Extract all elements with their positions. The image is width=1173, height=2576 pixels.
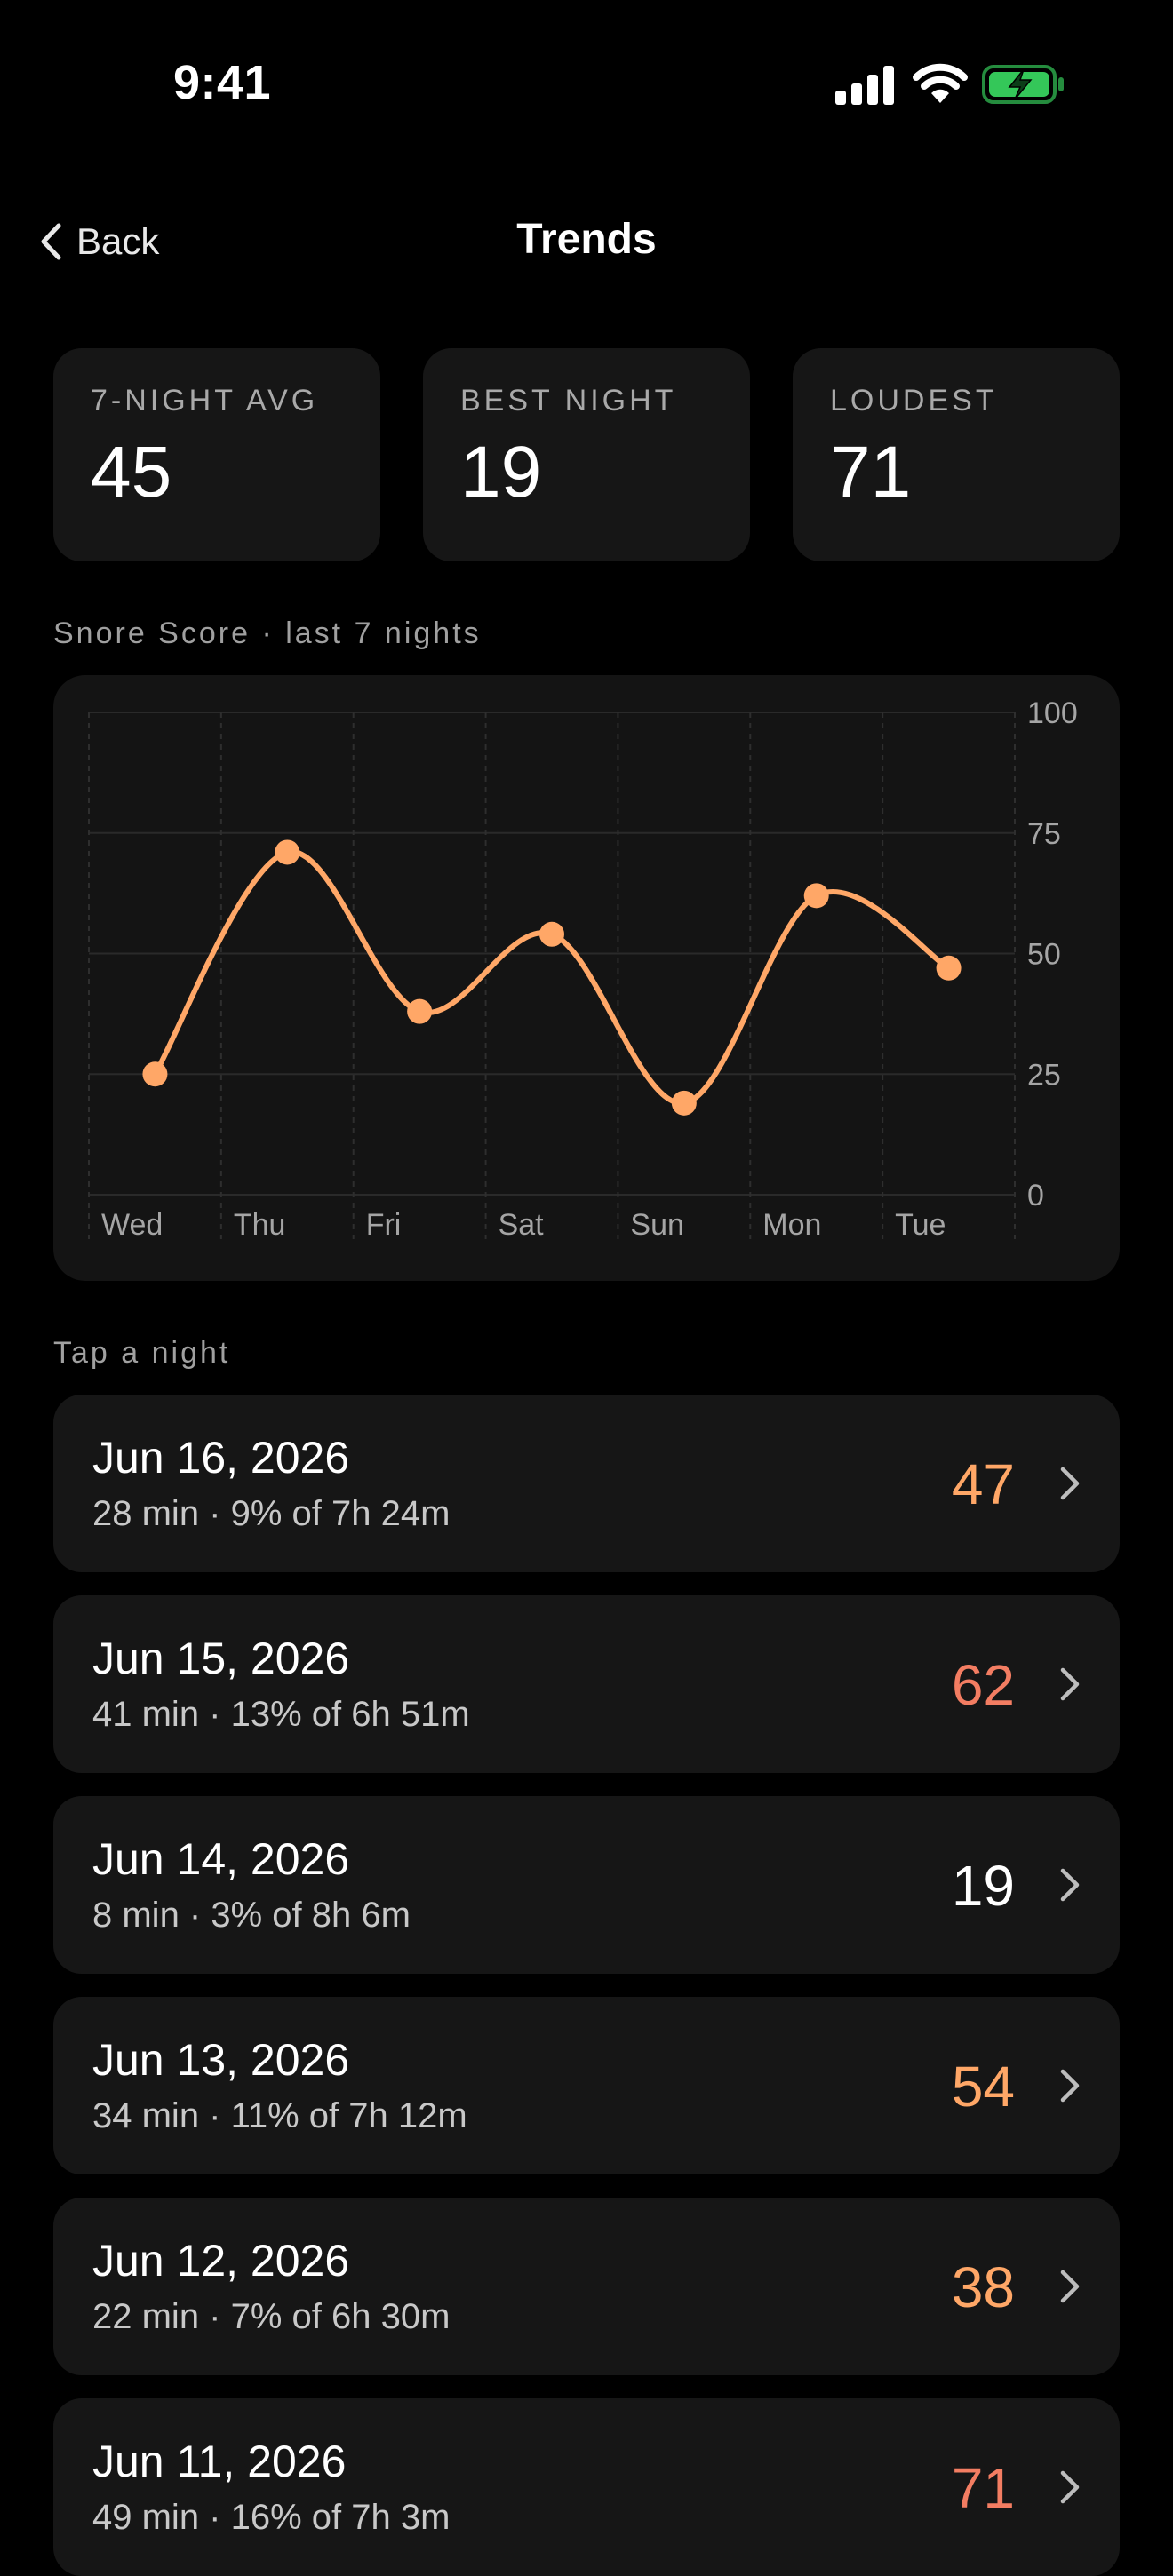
night-date: Jun 11, 2026 xyxy=(92,2437,347,2486)
y-tick-label: 0 xyxy=(1027,1179,1044,1212)
night-score: 54 xyxy=(951,2055,1015,2119)
data-point xyxy=(539,921,564,947)
data-point xyxy=(407,998,433,1024)
night-detail: 28 min · 9% of 7h 24m xyxy=(92,1494,451,1533)
night-score: 19 xyxy=(951,1854,1015,1918)
x-tick-label: Sat xyxy=(499,1208,545,1242)
night-row[interactable]: Jun 12, 2026 22 min · 7% of 6h 30m 38 xyxy=(53,2198,1120,2375)
wifi-icon xyxy=(913,63,968,103)
x-tick-label: Mon xyxy=(762,1208,821,1242)
y-tick-label: 100 xyxy=(1027,696,1078,730)
stat-value: 71 xyxy=(830,432,912,513)
x-tick-label: Thu xyxy=(234,1208,286,1242)
chevron-right-icon xyxy=(1060,2270,1080,2303)
status-bar: 9:41 xyxy=(0,0,1173,169)
list-section-label: Tap a night xyxy=(53,1336,231,1370)
chart-canvas: 0 25 50 75 100 Wed Thu Fri Sat Sun Mon Tue xyxy=(88,696,1078,1242)
night-date: Jun 13, 2026 xyxy=(92,2035,350,2085)
stat-card-average: 7-NIGHT AVG 45 xyxy=(53,348,380,561)
x-tick-label: Fri xyxy=(366,1208,402,1242)
snore-score-chart[interactable]: 0 25 50 75 100 Wed Thu Fri Sat Sun Mon Tue xyxy=(53,675,1120,1281)
page-title: Trends xyxy=(516,216,657,263)
data-point xyxy=(142,1061,168,1087)
stat-card-best-night: BEST NIGHT 19 xyxy=(423,348,750,561)
night-row[interactable]: Jun 13, 2026 34 min · 11% of 7h 12m 54 xyxy=(53,1997,1120,2174)
night-detail: 22 min · 7% of 6h 30m xyxy=(92,2297,451,2336)
stat-label: LOUDEST xyxy=(830,384,998,417)
x-tick-label: Tue xyxy=(895,1208,946,1242)
night-row[interactable]: Jun 15, 2026 41 min · 13% of 6h 51m 62 xyxy=(53,1595,1120,1773)
night-date: Jun 12, 2026 xyxy=(92,2236,350,2286)
night-row[interactable]: Jun 11, 2026 49 min · 16% of 7h 3m 71 xyxy=(53,2398,1120,2576)
night-score: 71 xyxy=(951,2456,1015,2520)
night-detail: 41 min · 13% of 6h 51m xyxy=(92,1695,470,1734)
stat-value: 19 xyxy=(460,432,542,513)
night-detail: 34 min · 11% of 7h 12m xyxy=(92,2096,467,2135)
night-date: Jun 15, 2026 xyxy=(92,1634,350,1683)
cellular-signal-icon xyxy=(835,66,894,105)
battery-charging-icon xyxy=(982,65,1064,104)
night-score: 62 xyxy=(951,1653,1015,1717)
y-tick-label: 25 xyxy=(1027,1058,1061,1092)
night-score: 47 xyxy=(951,1452,1015,1516)
chevron-right-icon xyxy=(1060,1868,1080,1902)
chart-section-label: Snore Score · last 7 nights xyxy=(53,616,482,650)
summary-stats: 7-NIGHT AVG 45 BEST NIGHT 19 LOUDEST 71 xyxy=(53,348,1120,561)
stat-label: BEST NIGHT xyxy=(460,384,677,417)
chevron-right-icon xyxy=(1060,2069,1080,2103)
x-tick-label: Wed xyxy=(101,1208,163,1242)
night-date: Jun 16, 2026 xyxy=(92,1433,350,1483)
status-time: 9:41 xyxy=(173,56,272,109)
night-score: 38 xyxy=(951,2255,1015,2319)
stat-card-loudest: LOUDEST 71 xyxy=(793,348,1120,561)
y-tick-label: 50 xyxy=(1027,938,1061,972)
chevron-right-icon xyxy=(1060,2470,1080,2504)
night-date: Jun 14, 2026 xyxy=(92,1834,350,1884)
series-line xyxy=(152,849,952,1106)
x-tick-label: Sun xyxy=(630,1208,684,1242)
chevron-right-icon xyxy=(1060,1667,1080,1701)
y-tick-label: 75 xyxy=(1027,817,1061,851)
nav-bar: Back Trends xyxy=(0,204,1173,275)
data-point xyxy=(671,1090,697,1116)
data-point xyxy=(803,883,829,909)
night-detail: 8 min · 3% of 8h 6m xyxy=(92,1896,411,1935)
stat-label: 7-NIGHT AVG xyxy=(91,384,319,417)
night-row[interactable]: Jun 16, 2026 28 min · 9% of 7h 24m 47 xyxy=(53,1395,1120,1572)
night-row[interactable]: Jun 14, 2026 8 min · 3% of 8h 6m 19 xyxy=(53,1796,1120,1974)
data-point xyxy=(275,839,300,865)
data-point xyxy=(936,955,962,981)
night-detail: 49 min · 16% of 7h 3m xyxy=(92,2498,451,2537)
chevron-right-icon xyxy=(1060,1467,1080,1500)
stat-value: 45 xyxy=(91,432,172,513)
